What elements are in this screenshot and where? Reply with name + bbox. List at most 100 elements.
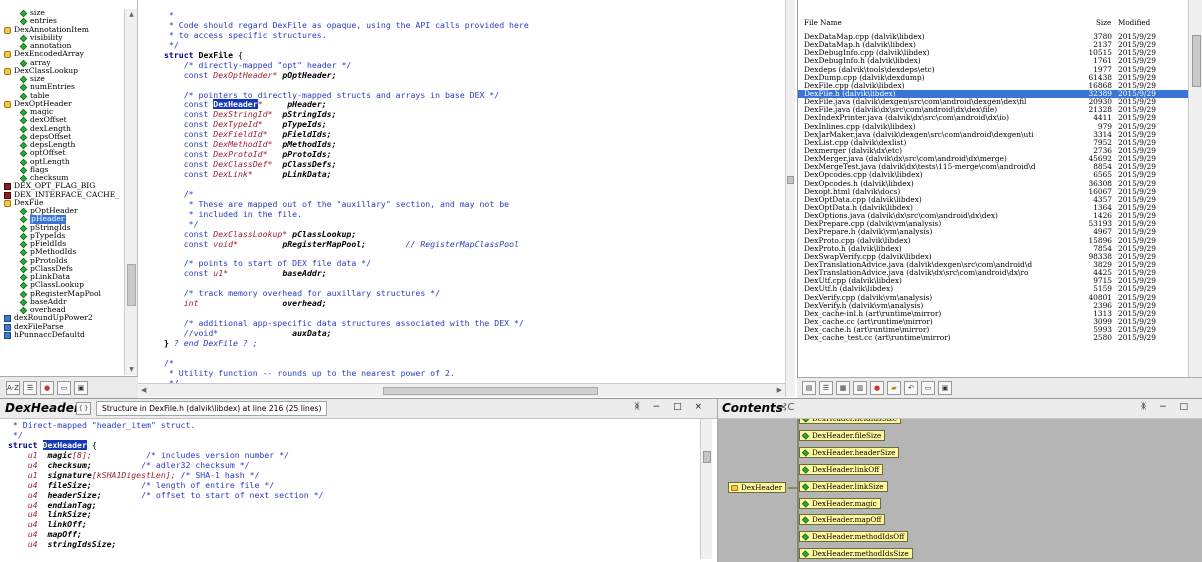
- symbol-tree-scrollbar[interactable]: ▲ ▼: [124, 9, 137, 375]
- scroll-down-arrow-icon[interactable]: ▼: [127, 365, 136, 374]
- file-list-scrollbar[interactable]: [1188, 0, 1202, 377]
- file-name: DexMergeTest.java (dalvik\dx\tests\115-m…: [804, 163, 1036, 172]
- code-line[interactable]: * to access specific structures.: [164, 30, 529, 41]
- list-view-icon[interactable]: ☰: [23, 380, 37, 395]
- sort-az-icon[interactable]: A-Z: [6, 380, 20, 395]
- code-editor[interactable]: * * Code should regard DexFile as opaque…: [138, 0, 785, 383]
- scroll-thumb[interactable]: [383, 387, 598, 395]
- code-line[interactable]: u4 checksum; /* adler32 checksum */: [8, 460, 324, 470]
- editor-code-lines[interactable]: * * Code should regard DexFile as opaque…: [164, 10, 529, 383]
- color-dots-icon[interactable]: ●: [870, 381, 884, 395]
- code-token: const: [164, 149, 214, 160]
- scroll-right-arrow-icon[interactable]: ▶: [777, 386, 782, 394]
- relation-graph-icon[interactable]: ⊰C: [779, 402, 794, 413]
- highlighted-symbol[interactable]: DexHeader: [42, 439, 87, 450]
- contents-graph[interactable]: DexHeader DexHeader.fieldIdsSize DexHeader…: [718, 419, 1202, 562]
- graph-child-node[interactable]: DexHeader.linkOff: [799, 463, 884, 475]
- code-line[interactable]: u4 stringIdsSize;: [8, 539, 324, 549]
- list-view-icon[interactable]: ☰: [819, 381, 833, 395]
- graph-child-node[interactable]: DexHeader.mapOff: [799, 514, 886, 526]
- tree-item[interactable]: DexOptHeader: [0, 99, 124, 108]
- scroll-left-arrow-icon[interactable]: ◀: [141, 386, 146, 394]
- code-line[interactable]: } ? end DexFile ? ;: [164, 338, 529, 349]
- contents-window-buttons[interactable]: ᛤ − □: [1141, 402, 1193, 412]
- code-line[interactable]: u4 headerSize; /* offset to start of nex…: [8, 490, 324, 500]
- scroll-up-arrow-icon[interactable]: ▲: [127, 10, 136, 19]
- graph-child-label: DexHeader.methodIdsSize: [812, 549, 909, 559]
- code-line[interactable]: u4 mapOff;: [8, 529, 324, 539]
- editor-vertical-scrollbar[interactable]: [785, 0, 795, 397]
- folder-icon[interactable]: ▰: [887, 381, 901, 395]
- code-token: const: [164, 109, 214, 120]
- file-name: DexProto.cpp (dalvik\libdex): [804, 236, 911, 245]
- graph-root-node[interactable]: DexHeader: [728, 482, 787, 493]
- file-name: DexUtf.cpp (dalvik\libdex): [804, 277, 902, 286]
- code-line[interactable]: * Direct-mapped "header_item" struct.: [8, 420, 324, 430]
- file-row[interactable]: Dex_cache_test.cc (art\runtime\mirror) 25…: [798, 334, 1188, 342]
- graph-child-node[interactable]: DexHeader.methodIdsOff: [799, 531, 909, 543]
- code-line[interactable]: struct DexHeader {: [8, 439, 324, 450]
- graph-child-node[interactable]: DexHeader.magic: [799, 497, 881, 509]
- code-line[interactable]: u1 signature[kSHA1DigestLen]; /* SHA-1 h…: [8, 470, 324, 480]
- column-size[interactable]: Size: [1096, 18, 1111, 27]
- window-icon[interactable]: ▭: [921, 381, 935, 395]
- graph-child-label: DexHeader.mapOff: [812, 515, 882, 525]
- project-window-icon[interactable]: ▤: [802, 381, 816, 395]
- definition-scrollbar[interactable]: [700, 419, 712, 559]
- graph-child-node[interactable]: DexHeader.headerSize: [799, 446, 900, 458]
- editor-horizontal-scrollbar[interactable]: ◀ ▶: [138, 383, 785, 397]
- tree-item[interactable]: numEntries: [0, 82, 124, 92]
- code-line[interactable]: u4 linkOff;: [8, 519, 324, 529]
- save-icon[interactable]: ▣: [938, 381, 952, 395]
- scroll-thumb[interactable]: [127, 264, 136, 306]
- code-line[interactable]: const u1* baseAddr;: [164, 268, 529, 279]
- column-modified[interactable]: Modified: [1118, 18, 1150, 27]
- grid-view-icon[interactable]: ▦: [836, 381, 850, 395]
- code-line[interactable]: u4 fileSize; /* length of entire file */: [8, 480, 324, 490]
- code-line[interactable]: const void* pRegisterMapPool; // Registe…: [164, 239, 529, 250]
- symbol-tree-list: size entries DexAnnotationItem visibility an…: [0, 8, 124, 339]
- back-arrow-icon[interactable]: ↶: [904, 381, 918, 395]
- code-line[interactable]: const DexLink* pLinkData;: [164, 169, 529, 180]
- highlighted-symbol[interactable]: DexHeader: [213, 99, 258, 110]
- code-line[interactable]: [164, 349, 529, 359]
- columns-icon[interactable]: ▥: [853, 381, 867, 395]
- graph-root-label: DexHeader: [741, 483, 783, 492]
- graph-child-node[interactable]: DexHeader.fileSize: [799, 429, 886, 441]
- definition-window-buttons[interactable]: ᛤ − □ ×: [634, 402, 707, 412]
- field-icon: [801, 533, 810, 541]
- code-line[interactable]: u4 linkSize;: [8, 509, 324, 519]
- code-line[interactable]: * Utility function -- rounds up to the n…: [164, 368, 529, 379]
- tree-item[interactable]: hPunnaccDefaultd: [0, 330, 124, 339]
- graph-child-node[interactable]: DexHeader.linkSize: [799, 480, 888, 492]
- graph-child-label: DexHeader.methodIdsOff: [812, 532, 905, 542]
- code-line[interactable]: [164, 180, 529, 190]
- code-token: /*: [164, 357, 174, 368]
- definition-code[interactable]: * Direct-mapped "header_item" struct. */…: [8, 420, 324, 549]
- code-line[interactable]: const DexOptHeader* pOptHeader;: [164, 70, 529, 81]
- code-line[interactable]: u1 magic[8]; /* includes version number …: [8, 450, 324, 460]
- graph-child-node[interactable]: DexHeader.fieldIdsSize: [799, 419, 901, 424]
- structure-icon[interactable]: { }: [76, 402, 91, 415]
- tree-item[interactable]: DexEncodedArray: [0, 49, 124, 59]
- tree-item[interactable]: DexClassLookup: [0, 66, 124, 75]
- color-dots-icon[interactable]: ●: [40, 380, 54, 395]
- code-line[interactable]: * included in the file.: [164, 209, 529, 220]
- graph-child-node[interactable]: DexHeader.methodIdsSize: [799, 548, 913, 560]
- window-icon[interactable]: ▭: [57, 380, 71, 395]
- code-line[interactable]: u4 endianTag;: [8, 500, 324, 510]
- tree-item[interactable]: size: [0, 8, 124, 18]
- file-name: DexFile.java (dalvik\dexgen\src\com\andr…: [804, 98, 1027, 107]
- field-icon: [19, 133, 28, 141]
- scroll-thumb[interactable]: [703, 451, 711, 463]
- code-line[interactable]: */: [8, 430, 324, 440]
- field-icon: [19, 273, 28, 282]
- tree-item[interactable]: optLength: [0, 157, 124, 166]
- save-icon[interactable]: ▣: [74, 380, 88, 395]
- file-name: DexOptData.cpp (dalvik\libdex): [804, 195, 922, 204]
- column-file-name[interactable]: File Name: [804, 18, 842, 27]
- scroll-thumb[interactable]: [1192, 35, 1201, 87]
- code-line[interactable]: int overhead;: [164, 298, 529, 309]
- code-token: /* adler32 checksum */: [91, 459, 250, 470]
- scroll-thumb[interactable]: [787, 176, 794, 184]
